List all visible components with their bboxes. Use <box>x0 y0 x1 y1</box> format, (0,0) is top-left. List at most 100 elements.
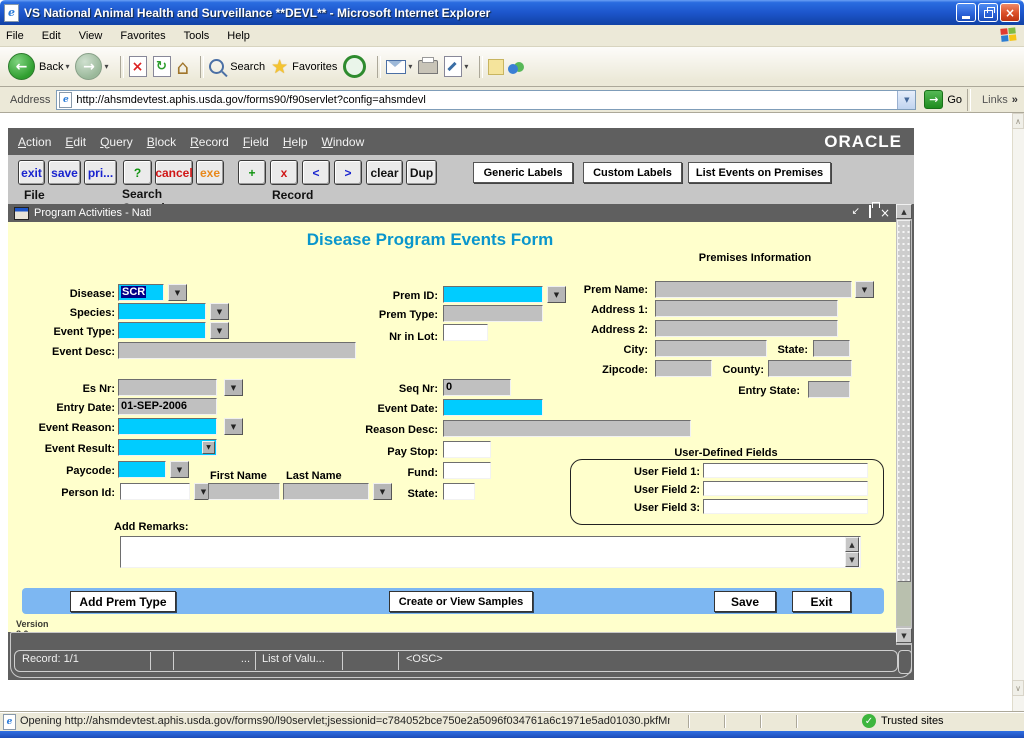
oracle-menu-action[interactable]: Action <box>18 135 51 149</box>
oracle-menu-edit[interactable]: Edit <box>65 135 86 149</box>
favorites-button[interactable]: ★ Favorites <box>271 56 337 78</box>
pay-stop-field[interactable] <box>443 441 491 458</box>
duplicate-button[interactable]: Dup <box>406 160 437 185</box>
user-field-2[interactable] <box>703 481 868 496</box>
oracle-menu-help[interactable]: Help <box>283 135 308 149</box>
menu-edit[interactable]: Edit <box>42 30 61 42</box>
species-field[interactable] <box>118 303 206 320</box>
form-scrollbar-track[interactable] <box>897 582 911 626</box>
clear-button[interactable]: clear <box>366 160 403 185</box>
person-id-field[interactable] <box>120 483 190 500</box>
paycode-dropdown[interactable]: ▼ <box>170 461 189 478</box>
mdi-minimize-icon[interactable]: ↙ <box>852 206 860 220</box>
address-dropdown[interactable]: ▼ <box>897 91 915 109</box>
forward-dropdown-icon[interactable]: ▾ <box>104 62 108 71</box>
species-dropdown[interactable]: ▼ <box>210 303 229 320</box>
form-scroll-up[interactable]: ▲ <box>896 204 912 219</box>
browser-scroll-down[interactable]: ∨ <box>1012 680 1024 696</box>
print-button[interactable] <box>418 60 438 74</box>
exit-button[interactable]: exit <box>18 160 45 185</box>
state-field[interactable] <box>443 483 475 500</box>
oracle-menu-block[interactable]: Block <box>147 135 176 149</box>
custom-labels-button[interactable]: Custom Labels <box>583 162 682 183</box>
event-date-field[interactable] <box>443 399 543 416</box>
exit-form-button[interactable]: Exit <box>792 591 851 612</box>
browser-scroll-up[interactable]: ∧ <box>1012 113 1024 129</box>
minimize-icon <box>962 16 970 19</box>
back-dropdown-icon[interactable]: ▾ <box>65 62 69 71</box>
discuss-button[interactable] <box>488 59 504 75</box>
home-button[interactable]: ⌂ <box>177 55 190 79</box>
refresh-button[interactable]: ↻ <box>153 56 171 77</box>
go-button[interactable]: → Go <box>924 90 962 109</box>
insert-record-button[interactable]: + <box>238 160 266 185</box>
event-type-field[interactable] <box>118 322 206 339</box>
save-button[interactable]: save <box>48 160 81 185</box>
disease-dropdown[interactable]: ▼ <box>168 284 187 301</box>
prem-id-field[interactable] <box>443 286 543 303</box>
event-type-dropdown[interactable]: ▼ <box>210 322 229 339</box>
user-field-1[interactable] <box>703 463 868 478</box>
user-field-3[interactable] <box>703 499 868 514</box>
reason-desc-field <box>443 420 691 437</box>
history-button[interactable] <box>343 55 366 78</box>
disease-field[interactable]: SCR <box>118 284 164 301</box>
next-record-button[interactable]: > <box>334 160 362 185</box>
list-events-on-premises-button[interactable]: List Events on Premises <box>688 162 831 183</box>
generic-labels-button[interactable]: Generic Labels <box>473 162 573 183</box>
add-prem-type-button[interactable]: Add Prem Type <box>70 591 176 612</box>
menu-file[interactable]: File <box>6 30 24 42</box>
menu-tools[interactable]: Tools <box>184 30 210 42</box>
remarks-scroll-down[interactable]: ▼ <box>845 552 859 567</box>
execute-button[interactable]: exe <box>196 160 224 185</box>
event-result-field[interactable]: ▼ <box>118 439 217 456</box>
messenger-button[interactable] <box>510 62 524 72</box>
event-result-dropdown[interactable]: ▼ <box>202 441 215 454</box>
menu-help[interactable]: Help <box>227 30 250 42</box>
stop-button[interactable]: × <box>129 56 147 77</box>
remarks-scroll-up[interactable]: ▲ <box>845 537 859 552</box>
oracle-menu-window[interactable]: Window <box>322 135 365 149</box>
form-scroll-down[interactable]: ▼ <box>896 628 912 643</box>
query-help-button[interactable]: ? <box>123 160 152 185</box>
links-menu[interactable]: Links » <box>982 94 1018 106</box>
save-form-button[interactable]: Save <box>714 591 776 612</box>
oracle-menu-query[interactable]: Query <box>100 135 133 149</box>
nr-in-lot-field[interactable] <box>443 324 488 341</box>
oracle-menu-record[interactable]: Record <box>190 135 229 149</box>
remarks-textarea[interactable] <box>120 536 861 568</box>
state-label: State: <box>360 488 438 500</box>
create-or-view-samples-button[interactable]: Create or View Samples <box>389 591 533 612</box>
paycode-field[interactable] <box>118 461 166 478</box>
restore-button[interactable] <box>978 3 998 22</box>
edit-dropdown-icon[interactable]: ▾ <box>464 62 468 71</box>
menu-view[interactable]: View <box>79 30 103 42</box>
close-button[interactable]: × <box>1000 3 1020 22</box>
edit-button[interactable]: ▾ <box>444 56 468 77</box>
event-reason-dropdown[interactable]: ▼ <box>224 418 243 435</box>
form-scrollbar-thumb[interactable] <box>897 220 911 582</box>
address-input[interactable]: e http://ahsmdevtest.aphis.usda.gov/form… <box>56 90 916 110</box>
oracle-menu-field[interactable]: Field <box>243 135 269 149</box>
history-icon <box>343 55 366 78</box>
minimize-button[interactable] <box>956 3 976 22</box>
mdi-close-icon[interactable]: × <box>880 206 890 220</box>
browser-scrollbar[interactable] <box>1012 113 1024 712</box>
es-nr-dropdown[interactable]: ▼ <box>224 379 243 396</box>
previous-record-button[interactable]: < <box>302 160 330 185</box>
last-name-field <box>283 483 369 500</box>
event-reason-field[interactable] <box>118 418 217 435</box>
forward-button[interactable]: → ▾ <box>75 53 108 80</box>
search-button[interactable]: Search <box>209 59 265 74</box>
mail-button[interactable]: ▾ <box>386 60 412 74</box>
delete-record-button[interactable]: x <box>270 160 298 185</box>
cancel-button[interactable]: cancel <box>155 160 193 185</box>
mdi-restore-icon[interactable] <box>869 206 871 220</box>
fund-field[interactable] <box>443 462 491 479</box>
print-oracle-button[interactable]: pri... <box>84 160 117 185</box>
back-button[interactable]: ← Back ▾ <box>8 53 69 80</box>
mail-dropdown-icon[interactable]: ▾ <box>408 62 412 71</box>
prem-name-dropdown[interactable]: ▼ <box>855 281 874 298</box>
menu-favorites[interactable]: Favorites <box>120 30 165 42</box>
mdi-title-bar[interactable]: Program Activities - Natl ↙ × <box>8 204 896 222</box>
